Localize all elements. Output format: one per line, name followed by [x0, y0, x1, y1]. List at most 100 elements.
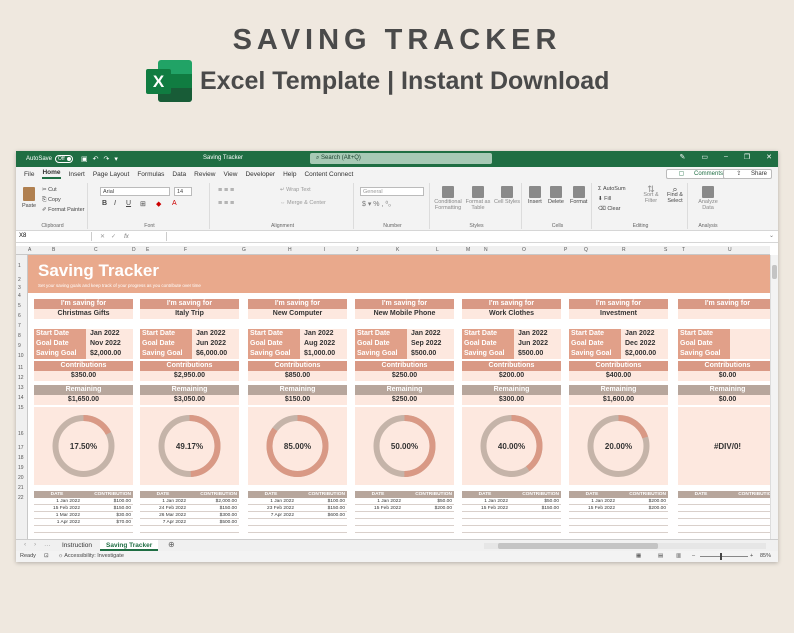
- entry-amount[interactable]: [512, 526, 561, 532]
- entry-amount[interactable]: [619, 512, 668, 518]
- format-painter-button[interactable]: ✐ Format Painter: [42, 207, 85, 213]
- zoom-slider-thumb[interactable]: [720, 553, 722, 560]
- enter-icon[interactable]: ✓: [111, 233, 116, 240]
- table-row[interactable]: [355, 526, 454, 533]
- fill-color-icon[interactable]: ◆: [156, 200, 161, 208]
- goal-date-value[interactable]: Sep 2022: [411, 339, 441, 349]
- find-select-button[interactable]: ⌕ Find & Select: [664, 185, 686, 205]
- entry-date[interactable]: [34, 526, 84, 532]
- menu-data[interactable]: Data: [172, 171, 186, 178]
- entry-date[interactable]: 7 Apr 2022: [248, 512, 298, 518]
- cancel-icon[interactable]: ✕: [100, 233, 105, 240]
- table-row[interactable]: [248, 526, 347, 533]
- entry-amount[interactable]: [512, 519, 561, 525]
- close-button[interactable]: ✕: [766, 153, 772, 161]
- autosave-toggle[interactable]: Off: [55, 155, 74, 163]
- undo-icon[interactable]: ↶: [93, 155, 99, 163]
- align-left-icon[interactable]: ≡ ≡ ≡: [218, 200, 234, 207]
- entry-date[interactable]: 1 Jan 2022: [248, 498, 298, 504]
- entry-date[interactable]: 15 Feb 2022: [355, 505, 405, 511]
- saving-goal-value[interactable]: $1,000.00: [304, 349, 335, 359]
- table-row[interactable]: 15 Feb 2022 $150.00: [462, 505, 561, 512]
- entry-date[interactable]: [678, 519, 728, 525]
- column-header[interactable]: D: [132, 247, 136, 253]
- goal-name[interactable]: New Computer: [248, 309, 347, 319]
- table-row[interactable]: 1 Jan 2022 $2,000.00: [140, 498, 239, 505]
- sheet-area[interactable]: Saving Tracker Set your saving goals and…: [28, 255, 770, 539]
- table-row[interactable]: [248, 519, 347, 526]
- entry-amount[interactable]: [190, 526, 239, 532]
- expand-formula-icon[interactable]: ⌄: [769, 232, 774, 239]
- column-header[interactable]: A: [28, 247, 31, 253]
- goal-date-value[interactable]: Nov 2022: [90, 339, 121, 349]
- column-header[interactable]: H: [288, 247, 292, 253]
- goal-name[interactable]: Investment: [569, 309, 668, 319]
- normal-view-icon[interactable]: ▦: [636, 551, 641, 562]
- entry-amount[interactable]: $500.00: [190, 519, 239, 525]
- entry-amount[interactable]: [84, 526, 133, 532]
- column-header[interactable]: T: [682, 247, 685, 253]
- row-header[interactable]: 18: [18, 455, 24, 461]
- entry-amount[interactable]: [728, 512, 770, 518]
- minimize-button[interactable]: –: [724, 153, 728, 161]
- row-header[interactable]: 22: [18, 495, 24, 501]
- search-box[interactable]: ⌕ Search (Alt+Q): [310, 153, 492, 164]
- cell-styles-button[interactable]: Cell Styles: [494, 186, 520, 205]
- add-sheet-icon[interactable]: ⊕: [168, 540, 175, 549]
- wrap-text-button[interactable]: ↵ Wrap Text: [280, 187, 311, 193]
- comments-button[interactable]: ▢ Comments: [665, 169, 728, 179]
- fx-icon[interactable]: fx: [124, 234, 129, 240]
- menu-file[interactable]: File: [24, 171, 34, 178]
- column-header[interactable]: U: [728, 247, 732, 253]
- zoom-in-icon[interactable]: +: [750, 551, 753, 562]
- font-size-select[interactable]: 14: [174, 187, 192, 196]
- saving-goal-value[interactable]: $500.00: [518, 349, 543, 359]
- entry-amount[interactable]: [405, 512, 454, 518]
- row-header[interactable]: 1: [18, 263, 21, 269]
- entry-amount[interactable]: $150.00: [298, 505, 347, 511]
- row-header[interactable]: 7: [18, 323, 21, 329]
- table-row[interactable]: 1 Mar 2022 $30.00: [34, 512, 133, 519]
- table-row[interactable]: 1 Jan 2022 $100.00: [34, 498, 133, 505]
- entry-date[interactable]: [462, 526, 512, 532]
- format-as-table-button[interactable]: Format as Table: [464, 186, 492, 211]
- table-row[interactable]: 7 Apr 2022 $600.00: [248, 512, 347, 519]
- share-button[interactable]: ⇪ Share: [723, 169, 772, 179]
- table-row[interactable]: [678, 505, 770, 512]
- conditional-formatting-button[interactable]: Conditional Formatting: [434, 186, 462, 211]
- vertical-scrollbar[interactable]: [770, 255, 778, 539]
- entry-date[interactable]: 26 Mar 2022: [140, 512, 190, 518]
- name-box[interactable]: X8: [16, 232, 92, 241]
- entry-date[interactable]: [462, 519, 512, 525]
- table-row[interactable]: [569, 526, 668, 533]
- entry-date[interactable]: [355, 526, 405, 532]
- menu-insert[interactable]: Insert: [69, 171, 85, 178]
- row-header[interactable]: 11: [18, 365, 23, 371]
- goal-name[interactable]: Christmas Gifts: [34, 309, 133, 319]
- entry-date[interactable]: [678, 498, 728, 504]
- entry-amount[interactable]: [728, 498, 770, 504]
- column-header[interactable]: K: [396, 247, 399, 253]
- page-layout-view-icon[interactable]: ▤: [658, 551, 663, 562]
- row-header[interactable]: 19: [18, 465, 24, 471]
- goal-name[interactable]: Italy Trip: [140, 309, 239, 319]
- entry-date[interactable]: 7 Apr 2022: [140, 519, 190, 525]
- table-row[interactable]: 26 Mar 2022 $300.00: [140, 512, 239, 519]
- merge-center-button[interactable]: ⇔ Merge & Center: [280, 200, 326, 206]
- row-header[interactable]: 5: [18, 303, 21, 309]
- table-row[interactable]: [355, 512, 454, 519]
- column-header[interactable]: S: [664, 247, 667, 253]
- paste-button[interactable]: Paste: [22, 187, 36, 209]
- tab-saving-tracker[interactable]: Saving Tracker: [100, 540, 159, 551]
- table-row[interactable]: [34, 526, 133, 533]
- number-format-select[interactable]: General: [360, 187, 424, 196]
- menu-formulas[interactable]: Formulas: [137, 171, 164, 178]
- entry-date[interactable]: 1 Apr 2022: [34, 519, 84, 525]
- row-header[interactable]: 2: [18, 277, 21, 283]
- start-date-value[interactable]: Jan 2022: [625, 329, 655, 339]
- row-header[interactable]: 9: [18, 343, 21, 349]
- entry-amount[interactable]: [728, 526, 770, 532]
- entry-amount[interactable]: [512, 512, 561, 518]
- entry-amount[interactable]: $150.00: [84, 505, 133, 511]
- column-header[interactable]: O: [522, 247, 526, 253]
